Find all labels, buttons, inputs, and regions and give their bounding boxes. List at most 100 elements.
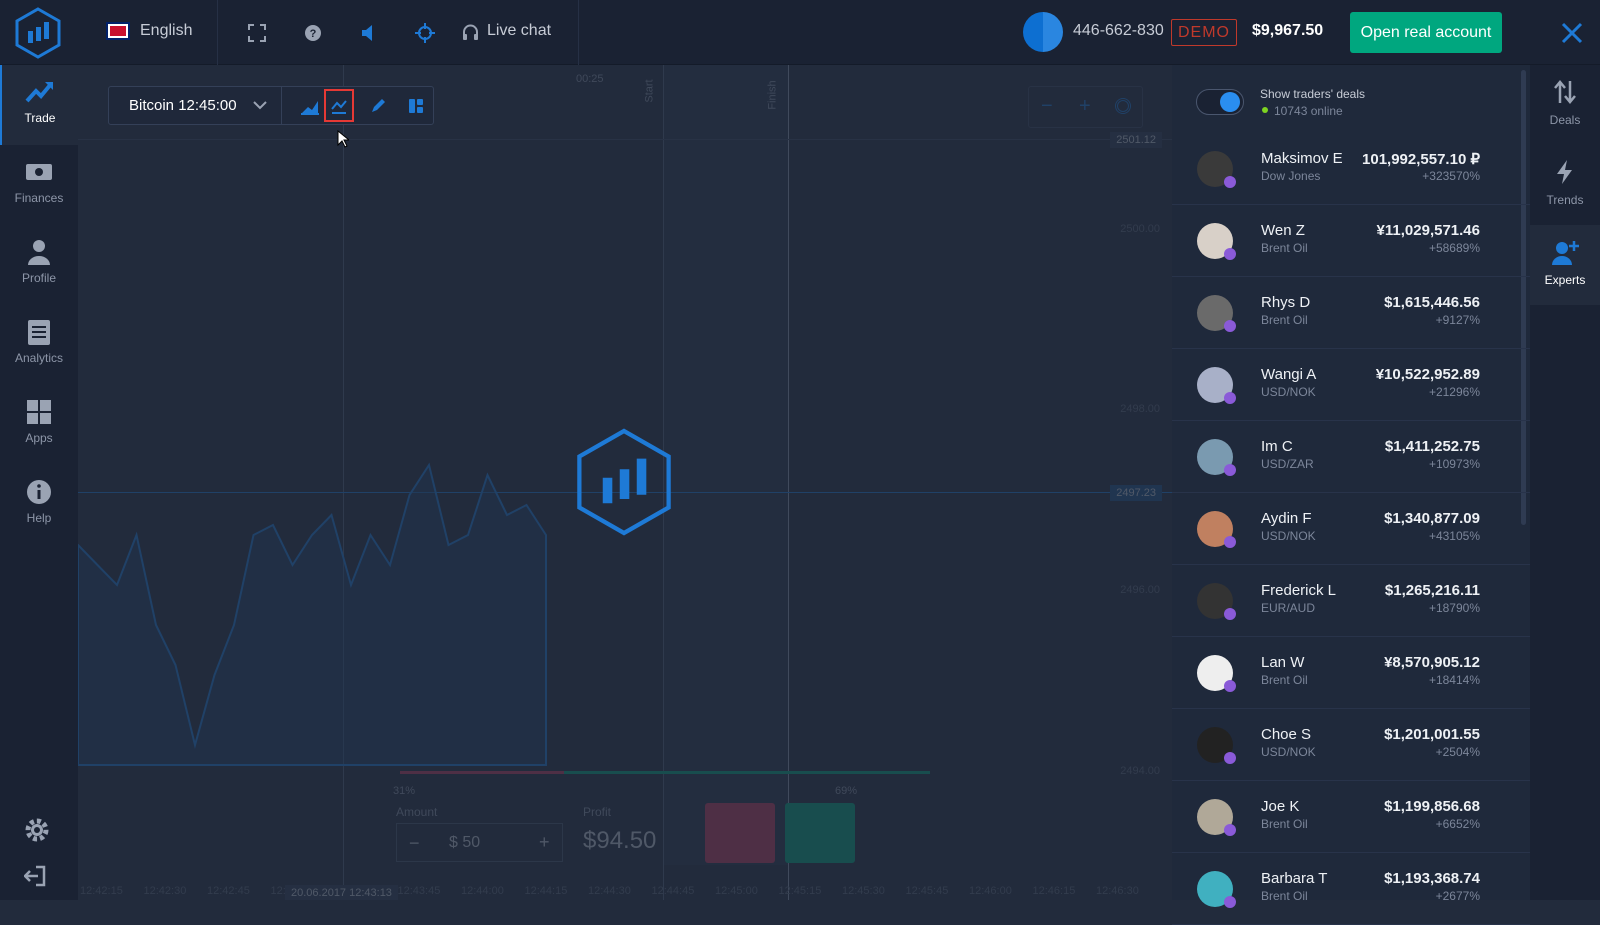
x-tick: 12:44:15 <box>524 885 568 897</box>
sidebar-item-apps[interactable]: Apps <box>0 385 78 465</box>
profit-value: $94.50 <box>583 827 657 854</box>
open-real-account-button[interactable]: Open real account <box>1350 12 1502 53</box>
status-dot-icon <box>1224 536 1236 548</box>
chart-area[interactable]: 00:25 Start Finish − + 2501.12 2497.23 2… <box>78 65 1172 900</box>
expert-row[interactable]: Joe K Brent Oil $1,199,856.68 +6652% <box>1172 781 1530 853</box>
logo-icon[interactable] <box>14 7 62 59</box>
expert-name: Barbara T <box>1261 870 1328 887</box>
logout-icon[interactable] <box>24 865 48 887</box>
asset-label: Bitcoin 12:45:00 <box>129 97 237 114</box>
nav-experts[interactable]: Experts <box>1530 225 1600 305</box>
sentiment-bar <box>400 771 930 774</box>
cash-icon <box>26 164 52 180</box>
pencil-icon[interactable] <box>367 95 389 117</box>
chart-type-area-icon[interactable] <box>299 95 321 117</box>
chart-toolbar: Bitcoin 12:45:00 <box>108 86 434 125</box>
live-chat-link[interactable]: Live chat <box>487 22 551 40</box>
increase-amount-button[interactable]: + <box>539 832 550 853</box>
expert-amount: $1,411,252.75 <box>1384 438 1480 455</box>
demo-badge[interactable]: DEMO <box>1171 19 1237 46</box>
decrease-amount-button[interactable]: − <box>409 833 420 854</box>
expert-percent: +6652% <box>1435 817 1480 831</box>
document-icon <box>28 320 50 345</box>
expert-amount: $1,201,001.55 <box>1384 726 1480 743</box>
crosshair-icon[interactable] <box>415 23 435 43</box>
sound-icon[interactable] <box>360 24 378 42</box>
call-button[interactable] <box>785 803 855 863</box>
nav-trends[interactable]: Trends <box>1530 145 1600 225</box>
sidebar-item-trade[interactable]: Trade <box>0 65 78 145</box>
layout-icon[interactable] <box>405 95 427 117</box>
avatar <box>1197 511 1236 548</box>
online-count: 10743 online <box>1274 104 1343 118</box>
x-tick: 12:45:00 <box>715 885 758 897</box>
sidebar-item-label: Analytics <box>14 351 64 365</box>
sidebar-item-help[interactable]: Help <box>0 465 78 545</box>
sidebar-item-finances[interactable]: Finances <box>0 145 78 225</box>
settings-icon[interactable] <box>24 817 50 843</box>
expert-row[interactable]: Im C USD/ZAR $1,411,252.75 +10973% <box>1172 421 1530 493</box>
sidebar-item-analytics[interactable]: Analytics <box>0 305 78 385</box>
expert-amount: ¥8,570,905.12 <box>1384 654 1480 671</box>
avatar <box>1197 583 1236 620</box>
expert-row[interactable]: Rhys D Brent Oil $1,615,446.56 +9127% <box>1172 277 1530 349</box>
sidebar-item-profile[interactable]: Profile <box>0 225 78 305</box>
uk-flag-icon <box>106 22 130 40</box>
close-icon[interactable] <box>1561 22 1583 44</box>
cursor-time-label: 20.06.2017 12:43:13 <box>285 885 398 900</box>
x-tick: 12:44:30 <box>588 885 631 897</box>
nav-deals[interactable]: Deals <box>1530 65 1600 145</box>
avatar <box>1197 655 1236 692</box>
divider <box>217 0 218 65</box>
expert-name: Wangi A <box>1261 366 1317 383</box>
x-tick: 12:42:30 <box>143 885 187 897</box>
indicators-button[interactable] <box>324 89 354 122</box>
expert-name: Joe K <box>1261 798 1300 815</box>
online-dot-icon <box>1262 107 1268 113</box>
top-bar: English ? Live chat 446-662-830 DEMO $9,… <box>0 0 1600 65</box>
expert-amount: ¥10,522,952.89 <box>1375 366 1480 383</box>
expert-row[interactable]: Wangi A USD/NOK ¥10,522,952.89 +21296% <box>1172 349 1530 421</box>
add-user-icon <box>1552 241 1579 265</box>
fullscreen-icon[interactable] <box>248 24 266 42</box>
expert-row[interactable]: Maksimov E Dow Jones 101,992,557.10 ₽ +3… <box>1172 133 1530 205</box>
amount-stepper[interactable]: − $ 50 + <box>396 823 563 862</box>
balance[interactable]: $9,967.50 <box>1252 22 1323 40</box>
expert-amount: $1,340,877.09 <box>1384 510 1480 527</box>
expert-row[interactable]: Aydin F USD/NOK $1,340,877.09 +43105% <box>1172 493 1530 565</box>
grid-icon <box>27 400 51 424</box>
avatar <box>1197 799 1236 836</box>
help-icon[interactable]: ? <box>304 24 322 42</box>
expert-asset: USD/NOK <box>1261 385 1316 399</box>
x-tick: 12:45:45 <box>905 885 949 897</box>
asset-selector[interactable]: Bitcoin 12:45:00 <box>109 87 282 124</box>
trend-up-icon <box>25 82 53 103</box>
avatar <box>1197 439 1236 476</box>
language-selector[interactable]: English <box>140 22 192 40</box>
experts-panel: Show traders' deals 10743 online Maksimo… <box>1172 65 1530 925</box>
expert-row[interactable]: Wen Z Brent Oil ¥11,029,571.46 +58689% <box>1172 205 1530 277</box>
x-tick: 12:44:00 <box>461 885 504 897</box>
nav-label: Experts <box>1544 273 1586 287</box>
expert-amount: $1,193,368.74 <box>1384 870 1480 887</box>
show-deals-toggle[interactable] <box>1196 89 1244 115</box>
status-dot-icon <box>1224 176 1236 188</box>
put-button[interactable] <box>705 803 775 863</box>
expert-row[interactable]: Choe S USD/NOK $1,201,001.55 +2504% <box>1172 709 1530 781</box>
avatar <box>1197 727 1236 764</box>
expert-percent: +2677% <box>1435 889 1480 903</box>
expert-percent: +18790% <box>1428 601 1480 615</box>
avatar[interactable] <box>1023 12 1063 52</box>
chevron-down-icon <box>253 101 267 110</box>
expert-name: Aydin F <box>1261 510 1312 527</box>
sidebar-item-label: Trade <box>24 111 56 125</box>
expert-row[interactable]: Lan W Brent Oil ¥8,570,905.12 +18414% <box>1172 637 1530 709</box>
sidebar-item-label: Help <box>26 511 52 525</box>
expert-row[interactable]: Barbara T Brent Oil $1,193,368.74 +2677% <box>1172 853 1530 925</box>
expert-name: Frederick L <box>1261 582 1337 599</box>
expert-percent: +18414% <box>1428 673 1480 687</box>
expert-asset: Dow Jones <box>1261 169 1321 183</box>
amount-input[interactable]: $ 50 <box>449 834 480 852</box>
expert-row[interactable]: Frederick L EUR/AUD $1,265,216.11 +18790… <box>1172 565 1530 637</box>
status-dot-icon <box>1224 392 1236 404</box>
